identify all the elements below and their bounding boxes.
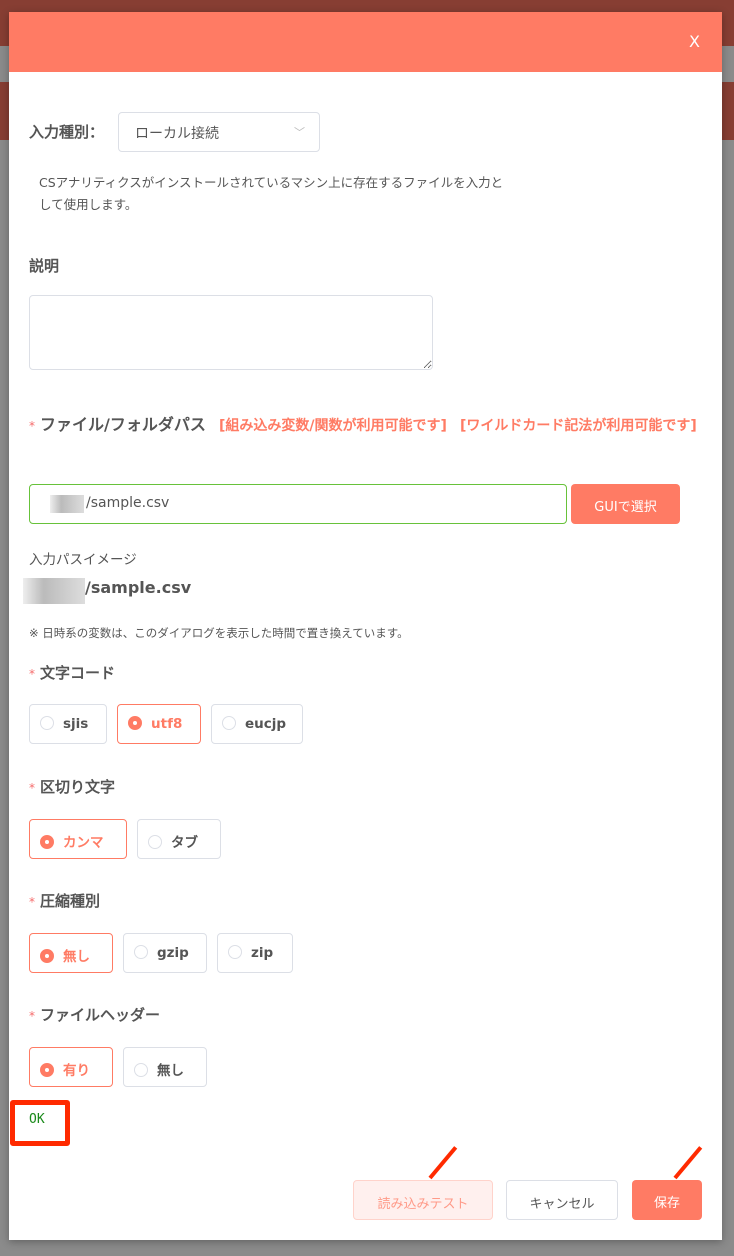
input-type-value: ローカル接続 — [135, 126, 219, 142]
datetime-footnote: ※ 日時系の変数は、このダイアログを表示した時間で置き換えています。 — [29, 626, 409, 640]
radio-header-no[interactable]: 無し — [123, 1047, 207, 1087]
encoding-label-row: * 文字コード — [29, 664, 116, 682]
test-result-ok: OK — [10, 1100, 70, 1146]
read-test-button[interactable]: 読み込みテスト — [353, 1180, 493, 1220]
radio-encoding-utf8[interactable]: utf8 — [117, 704, 201, 744]
radio-icon — [40, 716, 54, 730]
radio-encoding-sjis[interactable]: sjis — [29, 704, 107, 744]
delimiter-label: 区切り文字 — [40, 778, 116, 796]
radio-header-yes[interactable]: 有り — [29, 1047, 113, 1087]
radio-encoding-eucjp[interactable]: eucjp — [211, 704, 303, 744]
radio-checked-icon — [40, 949, 54, 963]
radio-checked-icon — [40, 1063, 54, 1077]
radio-checked-icon — [40, 835, 54, 849]
path-input[interactable]: /sample.csv — [29, 484, 567, 524]
delimiter-label-row: * 区切り文字 — [29, 778, 116, 796]
path-preview-value: /sample.csv — [85, 578, 192, 597]
save-button[interactable]: 保存 — [632, 1180, 702, 1220]
radio-icon — [228, 945, 242, 959]
close-button[interactable]: X — [689, 32, 700, 51]
cancel-button[interactable]: キャンセル — [506, 1180, 618, 1220]
input-type-label: 入力種別： — [29, 123, 105, 141]
input-settings-dialog: X 入力種別： ローカル接続 ﹀ CSアナリティクスがインストールされているマシン… — [9, 12, 722, 1240]
radio-delimiter-tab[interactable]: タブ — [137, 819, 221, 859]
dialog-header: X — [9, 12, 722, 72]
path-note-wildcard: [ワイルドカード記法が利用可能です] — [459, 418, 697, 434]
path-label-row: * ファイル/フォルダパス [組み込み変数/関数が利用可能です] [ワイルドカード… — [29, 400, 709, 451]
radio-compression-zip[interactable]: zip — [217, 933, 293, 973]
input-type-select[interactable]: ローカル接続 ﹀ — [118, 112, 320, 152]
file-header-label: ファイルヘッダー — [40, 1006, 161, 1024]
gui-select-button[interactable]: GUIで選択 — [571, 484, 680, 524]
path-label: ファイル/フォルダパス — [40, 415, 206, 434]
radio-compression-none[interactable]: 無し — [29, 933, 113, 973]
chevron-down-icon: ﹀ — [294, 126, 305, 139]
radio-checked-icon — [128, 716, 142, 730]
description-textarea[interactable] — [29, 295, 433, 370]
radio-compression-gzip[interactable]: gzip — [123, 933, 207, 973]
required-mark: * — [29, 419, 35, 433]
path-note-variables: [組み込み変数/関数が利用可能です] — [218, 418, 447, 434]
compression-label: 圧縮種別 — [40, 892, 101, 910]
redacted-path — [23, 578, 85, 604]
path-preview: /sample.csv — [23, 578, 192, 604]
redacted-path — [50, 495, 84, 513]
path-value: /sample.csv — [86, 495, 170, 511]
path-preview-label: 入力パスイメージ — [29, 552, 137, 568]
description-label: 説明 — [29, 257, 60, 275]
radio-icon — [148, 835, 162, 849]
input-type-description: CSアナリティクスがインストールされているマシン上に存在するファイルを入力として… — [39, 175, 504, 212]
header-label-row: * ファイルヘッダー — [29, 1006, 161, 1024]
radio-icon — [222, 716, 236, 730]
radio-icon — [134, 945, 148, 959]
encoding-label: 文字コード — [40, 664, 116, 682]
radio-delimiter-comma[interactable]: カンマ — [29, 819, 127, 859]
radio-icon — [134, 1063, 148, 1077]
compression-label-row: * 圧縮種別 — [29, 892, 101, 910]
